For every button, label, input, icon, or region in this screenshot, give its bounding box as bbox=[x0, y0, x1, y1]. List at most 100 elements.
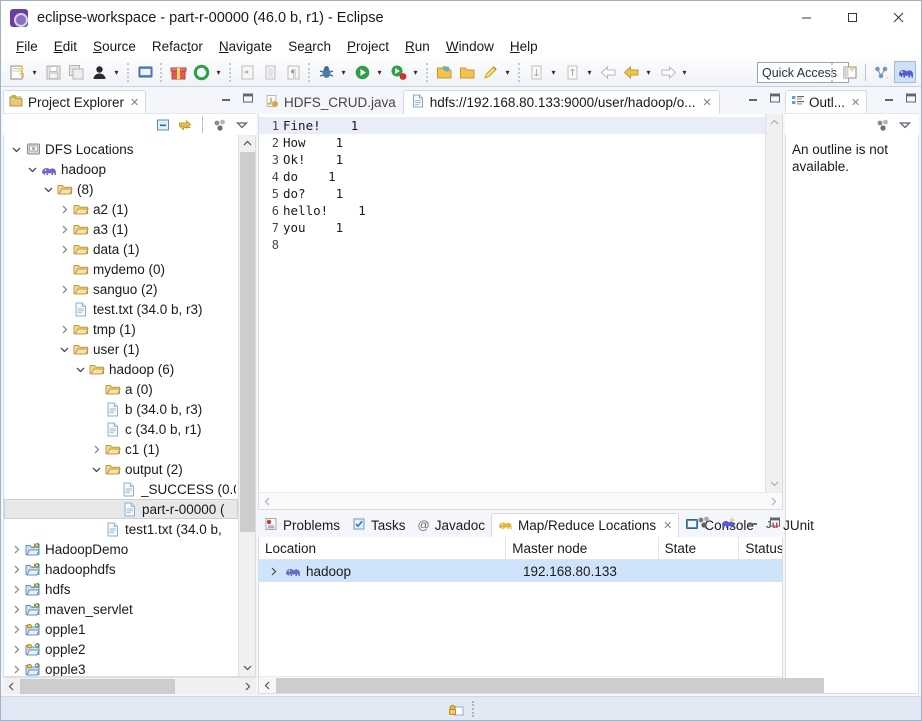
edit-location-icon[interactable] bbox=[721, 514, 737, 530]
editor-tab-java[interactable]: HDFS_CRUD.java bbox=[258, 90, 403, 114]
tree-item[interactable]: opple2 bbox=[4, 639, 238, 659]
run-icon[interactable] bbox=[352, 62, 373, 83]
run-coverage-icon[interactable] bbox=[388, 62, 409, 83]
gift-icon[interactable] bbox=[168, 62, 189, 83]
column-header-state[interactable]: State bbox=[659, 536, 740, 560]
forward-dropdown-icon[interactable]: ▾ bbox=[679, 62, 690, 83]
collapse-all-icon[interactable] bbox=[155, 117, 171, 133]
tree-item[interactable]: _SUCCESS (0.0 bbox=[4, 479, 238, 499]
run-coverage-dropdown-icon[interactable]: ▾ bbox=[410, 62, 421, 83]
chevron-right-icon[interactable] bbox=[56, 241, 72, 257]
new-wizard-icon[interactable] bbox=[7, 62, 28, 83]
refresh-icon[interactable] bbox=[191, 62, 212, 83]
chevron-down-icon[interactable] bbox=[72, 361, 88, 377]
tree-item[interactable]: mydemo (0) bbox=[4, 259, 238, 279]
debug-dropdown-icon[interactable]: ▾ bbox=[338, 62, 349, 83]
chevron-right-icon[interactable] bbox=[8, 621, 24, 637]
close-icon[interactable]: ✕ bbox=[130, 96, 139, 109]
menu-window[interactable]: Window bbox=[438, 37, 502, 56]
chevron-right-icon[interactable] bbox=[265, 563, 281, 579]
next-annotation-dropdown-icon[interactable]: ▾ bbox=[548, 62, 559, 83]
previous-annotation-dropdown-icon[interactable]: ▾ bbox=[584, 62, 595, 83]
project-tree-vscrollbar[interactable] bbox=[238, 135, 255, 676]
editor-line[interactable]: 7 you 1 bbox=[259, 219, 765, 236]
chevron-right-icon[interactable] bbox=[8, 641, 24, 657]
chevron-right-icon[interactable] bbox=[8, 561, 24, 577]
table-row[interactable]: hadoop 192.168.80.133 bbox=[259, 560, 782, 582]
close-icon[interactable]: ✕ bbox=[663, 519, 672, 532]
view-menu-filter-icon[interactable] bbox=[875, 117, 891, 133]
user-icon[interactable] bbox=[89, 62, 110, 83]
tree-item[interactable]: opple3 bbox=[4, 659, 238, 676]
menu-navigate[interactable]: Navigate bbox=[211, 37, 280, 56]
menu-edit[interactable]: Edit bbox=[46, 37, 85, 56]
back-dropdown-icon[interactable]: ▾ bbox=[643, 62, 654, 83]
tree-item[interactable]: DFS Locations bbox=[4, 139, 238, 159]
chevron-right-icon[interactable] bbox=[56, 221, 72, 237]
back-history-icon[interactable] bbox=[621, 62, 642, 83]
scroll-left-icon[interactable] bbox=[3, 678, 20, 695]
view-menu-icon[interactable] bbox=[897, 117, 913, 133]
menu-run[interactable]: Run bbox=[397, 37, 438, 56]
tree-item[interactable]: output (2) bbox=[4, 459, 238, 479]
editor-line[interactable]: 4 do 1 bbox=[259, 168, 765, 185]
chevron-down-icon[interactable] bbox=[40, 181, 56, 197]
column-header-master-node[interactable]: Master node bbox=[506, 536, 659, 560]
view-menu-icon[interactable] bbox=[234, 117, 250, 133]
link-with-editor-icon[interactable] bbox=[177, 117, 193, 133]
close-icon[interactable]: ✕ bbox=[851, 96, 860, 109]
tree-item[interactable]: part-r-00000 ( bbox=[4, 499, 238, 519]
minimize-icon[interactable] bbox=[219, 91, 232, 104]
tree-item[interactable]: (8) bbox=[4, 179, 238, 199]
column-header-status[interactable]: Status bbox=[739, 537, 782, 560]
editor-line[interactable]: 8 bbox=[259, 236, 765, 253]
chevron-right-icon[interactable] bbox=[56, 201, 72, 217]
chevron-right-icon[interactable] bbox=[8, 661, 24, 676]
java-perspective-icon[interactable] bbox=[870, 61, 892, 83]
vscroll-thumb[interactable] bbox=[239, 152, 255, 532]
new-wizard-dropdown-icon[interactable]: ▾ bbox=[29, 62, 40, 83]
new-location-icon[interactable] bbox=[696, 514, 712, 530]
chevron-right-icon[interactable] bbox=[56, 321, 72, 337]
minimize-icon[interactable] bbox=[746, 91, 759, 104]
scroll-down-icon[interactable] bbox=[239, 659, 256, 676]
maximize-icon[interactable] bbox=[768, 91, 781, 104]
minimize-icon[interactable] bbox=[882, 91, 895, 104]
menu-source[interactable]: Source bbox=[85, 37, 144, 56]
mapreduce-perspective-icon[interactable] bbox=[894, 61, 916, 83]
bottom-hscrollbar[interactable] bbox=[259, 676, 824, 693]
tab-javadoc[interactable]: @ Javadoc bbox=[412, 513, 491, 537]
view-menu-filter-icon[interactable] bbox=[212, 117, 228, 133]
minimize-button[interactable] bbox=[783, 1, 829, 34]
editor-line[interactable]: 1 Fine! 1 bbox=[259, 117, 765, 134]
editor-line[interactable]: 2 How 1 bbox=[259, 134, 765, 151]
minimize-icon[interactable] bbox=[746, 516, 759, 529]
tree-item[interactable]: b (34.0 b, r3) bbox=[4, 399, 238, 419]
tree-item[interactable]: data (1) bbox=[4, 239, 238, 259]
user-dropdown-icon[interactable]: ▾ bbox=[111, 62, 122, 83]
chevron-right-icon[interactable] bbox=[8, 581, 24, 597]
tree-item[interactable]: a3 (1) bbox=[4, 219, 238, 239]
tree-item[interactable]: hadoop (6) bbox=[4, 359, 238, 379]
tree-item[interactable]: test.txt (34.0 b, r3) bbox=[4, 299, 238, 319]
editor-line[interactable]: 6 hello! 1 bbox=[259, 202, 765, 219]
chevron-down-icon[interactable] bbox=[56, 341, 72, 357]
tab-tasks[interactable]: Tasks bbox=[346, 513, 412, 537]
tree-item[interactable]: hadoophdfs bbox=[4, 559, 238, 579]
close-button[interactable] bbox=[875, 1, 921, 34]
tab-problems[interactable]: Problems bbox=[258, 513, 346, 537]
menu-refactor[interactable]: Refactor bbox=[144, 37, 211, 56]
tree-item[interactable]: HadoopDemo bbox=[4, 539, 238, 559]
open-perspective-icon[interactable] bbox=[839, 61, 861, 83]
hscroll-track[interactable] bbox=[276, 677, 824, 693]
hscroll-track[interactable] bbox=[20, 678, 239, 694]
chevron-right-icon[interactable] bbox=[88, 441, 104, 457]
pencil-dropdown-icon[interactable]: ▾ bbox=[502, 62, 513, 83]
scroll-up-icon[interactable] bbox=[239, 135, 256, 152]
tree-item[interactable]: c (34.0 b, r1) bbox=[4, 419, 238, 439]
editor-tab-hdfs-file[interactable]: hdfs://192.168.80.133:9000/user/hadoop/o… bbox=[402, 90, 720, 114]
maximize-icon[interactable] bbox=[904, 91, 917, 104]
project-tree[interactable]: DFS Locations hadoop (8) a2 (1) a3 (1) data (… bbox=[4, 135, 238, 676]
menu-project[interactable]: Project bbox=[339, 37, 397, 56]
tree-item[interactable]: opple1 bbox=[4, 619, 238, 639]
